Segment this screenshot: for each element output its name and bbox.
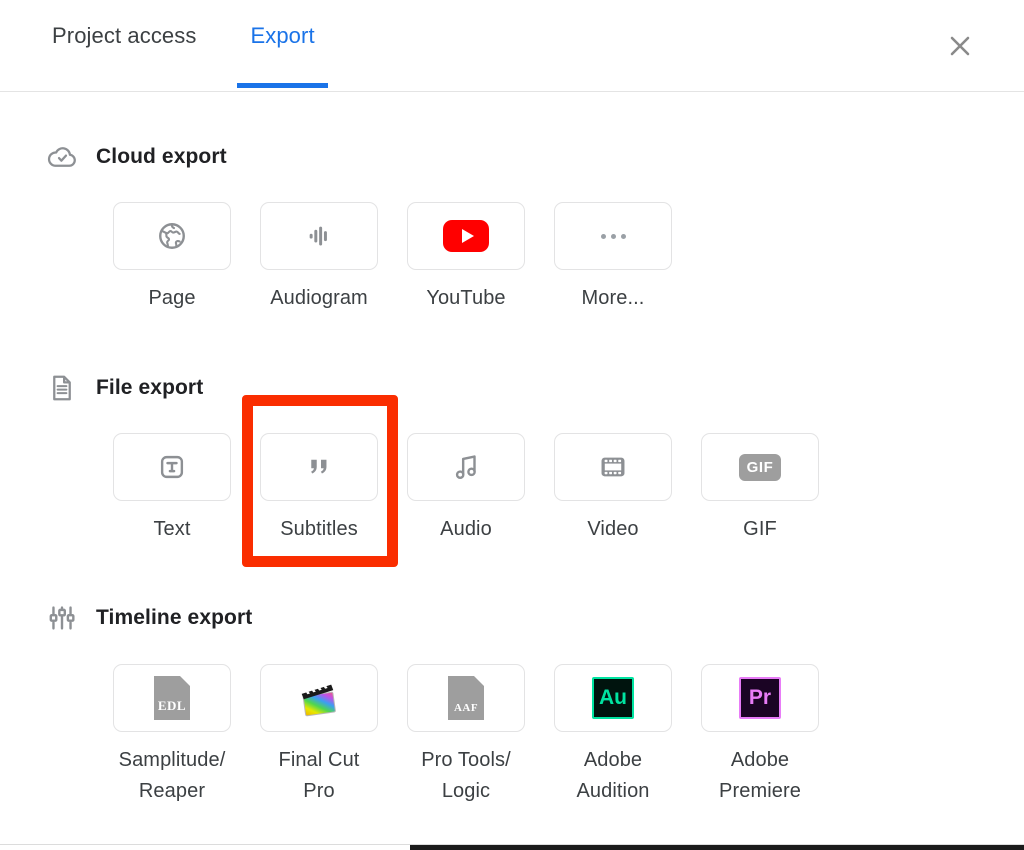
export-option-audiogram-label: Audiogram [270, 287, 368, 309]
cloud-check-icon [45, 140, 79, 174]
export-option-adobe-audition-card[interactable]: Au [554, 664, 672, 732]
timeline-sliders-icon [45, 601, 79, 635]
export-option-audiogram-card[interactable] [260, 202, 378, 270]
export-option-video[interactable]: Video [554, 433, 672, 545]
music-note-icon [455, 455, 476, 479]
export-option-adobe-audition-label: Adobe Audition [576, 749, 650, 802]
section-title-cloud-export: Cloud export [96, 145, 227, 168]
export-option-video-card[interactable] [554, 433, 672, 501]
section-cloud-export: Cloud export Page Audiogram YouTube More… [0, 140, 1024, 314]
aaf-file-icon: AAF [448, 676, 484, 720]
export-option-adobe-premiere-label: Adobe Premiere [719, 749, 801, 802]
document-lines-icon [45, 371, 79, 405]
export-option-pro-tools-logic[interactable]: AAF Pro Tools/Logic [407, 664, 525, 807]
close-icon [950, 36, 970, 56]
export-option-samplitude-reaper[interactable]: EDL Samplitude/Reaper [113, 664, 231, 807]
export-option-text-card[interactable] [113, 433, 231, 501]
adobe-premiere-icon: Pr [739, 677, 781, 719]
export-option-audiogram[interactable]: Audiogram [260, 202, 378, 314]
export-option-samplitude-reaper-label: Samplitude/Reaper [118, 749, 226, 802]
section-header-timeline-export: Timeline export [0, 601, 1024, 635]
export-option-youtube[interactable]: YouTube [407, 202, 525, 314]
section-title-timeline-export: Timeline export [96, 606, 253, 629]
export-option-audio[interactable]: Audio [407, 433, 525, 545]
section-title-file-export: File export [96, 376, 204, 399]
final-cut-pro-icon [296, 678, 342, 718]
film-strip-icon [601, 457, 625, 477]
export-option-subtitles-card[interactable] [260, 433, 378, 501]
more-horizontal-icon [600, 233, 626, 239]
section-header-file-export: File export [0, 371, 1024, 405]
export-option-text-label: Text [153, 518, 191, 540]
file-export-tiles: Text Subtitles Audio Video GIF GIF [0, 433, 1024, 545]
youtube-icon [443, 220, 489, 252]
export-dialog: Project access Export Cloud export Page … [0, 0, 1024, 850]
export-option-audio-card[interactable] [407, 433, 525, 501]
export-option-page[interactable]: Page [113, 202, 231, 314]
globe-icon [159, 223, 185, 249]
export-option-gif[interactable]: GIF GIF [701, 433, 819, 545]
gif-badge-icon: GIF [738, 453, 782, 481]
export-option-page-card[interactable] [113, 202, 231, 270]
section-file-export: File export Text Subtitles Audio Video G… [0, 371, 1024, 545]
export-option-video-label: Video [587, 518, 639, 540]
export-option-adobe-audition[interactable]: Au Adobe Audition [554, 664, 672, 807]
export-option-more-card[interactable] [554, 202, 672, 270]
tab-export[interactable]: Export [237, 22, 328, 88]
export-option-subtitles[interactable]: Subtitles [260, 433, 378, 545]
export-option-pro-tools-logic-label: Pro Tools/Logic [421, 749, 511, 802]
export-option-page-label: Page [148, 287, 196, 309]
text-box-icon [160, 455, 184, 479]
quote-marks-icon [311, 459, 327, 474]
export-option-adobe-premiere-card[interactable]: Pr [701, 664, 819, 732]
dialog-tabbar: Project access Export [0, 0, 1024, 92]
tab-project-access[interactable]: Project access [50, 22, 198, 88]
timeline-export-tiles: EDL Samplitude/Reaper Final Cut Pro AAF … [0, 664, 1024, 807]
export-option-gif-label: GIF [743, 518, 777, 540]
export-option-samplitude-reaper-card[interactable]: EDL [113, 664, 231, 732]
edl-file-icon: EDL [154, 676, 190, 720]
export-option-more[interactable]: More... [554, 202, 672, 314]
export-option-pro-tools-logic-card[interactable]: AAF [407, 664, 525, 732]
export-option-final-cut-pro-label: Final Cut Pro [278, 749, 360, 802]
section-timeline-export: Timeline export EDL Samplitude/Reaper Fi… [0, 601, 1024, 807]
bottom-edge-bar [410, 845, 1024, 850]
export-option-text[interactable]: Text [113, 433, 231, 545]
export-option-youtube-label: YouTube [426, 287, 506, 309]
export-option-final-cut-pro-card[interactable] [260, 664, 378, 732]
export-option-final-cut-pro[interactable]: Final Cut Pro [260, 664, 378, 807]
export-option-more-label: More... [581, 287, 645, 309]
export-option-youtube-card[interactable] [407, 202, 525, 270]
adobe-audition-icon: Au [592, 677, 634, 719]
section-header-cloud-export: Cloud export [0, 140, 1024, 174]
close-button[interactable] [942, 28, 978, 64]
export-option-subtitles-label: Subtitles [280, 518, 358, 540]
export-option-audio-label: Audio [440, 518, 492, 540]
cloud-export-tiles: Page Audiogram YouTube More... [0, 202, 1024, 314]
export-options-body: Cloud export Page Audiogram YouTube More… [0, 140, 1024, 807]
export-option-gif-card[interactable]: GIF [701, 433, 819, 501]
waveform-icon [309, 226, 327, 246]
export-option-adobe-premiere[interactable]: Pr Adobe Premiere [701, 664, 819, 807]
